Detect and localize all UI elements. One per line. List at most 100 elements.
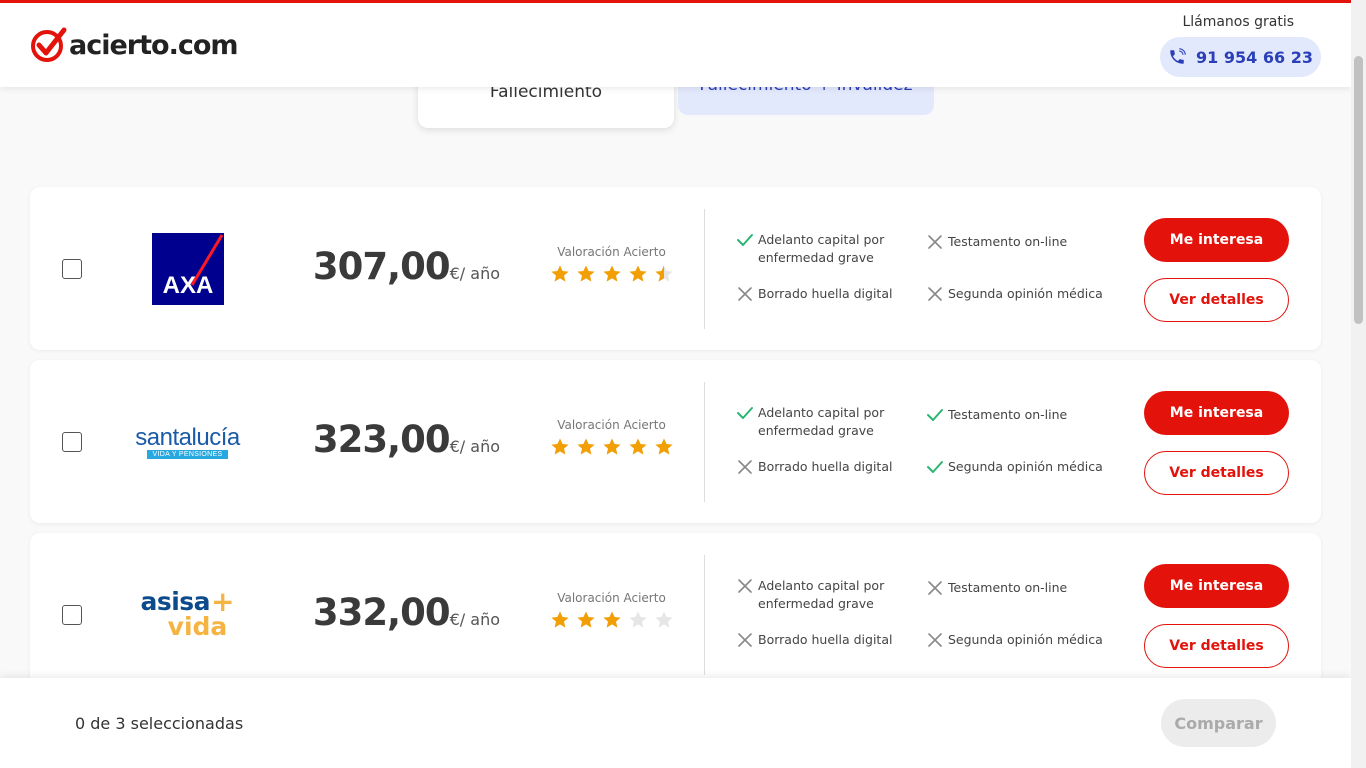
compare-bar: 0 de 3 seleccionadas Comparar [0,678,1351,768]
santalucia-logo-sub: VIDA Y PENSIONES [146,449,229,459]
feature-testamento: Testamento on-line [926,579,1067,597]
feature-adelanto: Adelanto capital por enfermedad grave [736,404,906,440]
top-accent-strip [0,0,1366,3]
axa-logo-icon: AXA [151,233,224,305]
star-half-icon [654,265,673,282]
me-interesa-button[interactable]: Me interesa [1144,218,1289,262]
check-icon [927,461,943,473]
feature-label: Testamento on-line [948,580,1068,595]
feature-label: Segunda opinión médica [948,286,1103,301]
price: 332,00€/ año [300,591,500,634]
acierto-check-icon [31,27,67,62]
star-full-icon [602,265,621,282]
star-full-icon [602,438,621,455]
ver-detalles-button[interactable]: Ver detalles [1144,278,1289,322]
rating: Valoración Acierto [545,245,678,284]
feature-borrado: Borrado huella digital [736,458,892,476]
star-empty-icon [654,611,673,628]
star-full-icon [550,438,569,455]
check-icon [737,234,753,246]
rating-label: Valoración Acierto [557,591,666,605]
feature-label: Borrado huella digital [758,459,893,474]
cross-icon [928,235,942,249]
brand-logo[interactable]: acierto.com [30,27,239,63]
star-full-icon [628,438,647,455]
feature-label: Adelanto capital por enfermedad grave [758,405,885,438]
site-header: acierto.com Llámanos gratis 91 954 66 23 [0,3,1351,87]
feature-label: Segunda opinión médica [948,459,1103,474]
phone-number: 91 954 66 23 [1196,47,1313,67]
offer-card-santalucia: santalucía VIDA Y PENSIONES 323,00€/ año… [30,360,1321,523]
feature-label: Adelanto capital por enfermedad grave [758,578,885,611]
rating-stars [545,610,678,630]
asisa-logo: asisa + vida [120,569,255,661]
price: 323,00€/ año [300,418,500,461]
feature-adelanto: Adelanto capital por enfermedad grave [736,231,906,267]
call-free-label: Llámanos gratis [1182,14,1294,30]
brand-name: acierto.com [69,29,239,61]
phone-button[interactable]: 91 954 66 23 [1160,37,1321,77]
rating: Valoración Acierto [545,591,678,630]
price-amount: 323,00 [312,418,451,461]
feature-label: Testamento on-line [948,407,1068,422]
feature-label: Borrado huella digital [758,632,893,647]
rating: Valoración Acierto [545,418,678,457]
asisa-logo-text: asisa [140,587,211,616]
price-amount: 332,00 [312,591,451,634]
select-checkbox[interactable] [62,432,82,452]
rating-stars [545,264,678,284]
rating-label: Valoración Acierto [557,245,666,259]
star-full-icon [654,438,673,455]
check-icon [737,407,753,419]
feature-label: Adelanto capital por enfermedad grave [758,232,885,265]
star-full-icon [602,611,621,628]
asisa-plus-icon: + [211,585,235,618]
rating-label: Valoración Acierto [557,418,666,432]
star-full-icon [576,438,595,455]
rating-stars [545,437,678,457]
price: 307,00€/ año [300,245,500,288]
price-unit: €/ año [449,610,500,629]
axa-logo-text: AXA [162,272,213,299]
price-unit: €/ año [449,437,500,456]
feature-label: Segunda opinión médica [948,632,1103,647]
star-empty-icon [628,611,647,628]
cross-icon [738,633,752,647]
feature-borrado: Borrado huella digital [736,631,892,649]
select-checkbox[interactable] [62,605,82,625]
divider [704,382,705,502]
star-full-icon [628,265,647,282]
select-checkbox[interactable] [62,259,82,279]
cross-icon [738,579,752,593]
feature-testamento: Testamento on-line [926,233,1067,251]
star-full-icon [550,611,569,628]
feature-borrado: Borrado huella digital [736,285,892,303]
feature-label: Borrado huella digital [758,286,893,301]
me-interesa-button[interactable]: Me interesa [1144,391,1289,435]
price-unit: €/ año [449,264,500,283]
axa-logo: AXA [120,223,255,315]
cross-icon [928,287,942,301]
asisa-logo-sub: vida [167,612,228,641]
feature-adelanto: Adelanto capital por enfermedad grave [736,577,906,613]
me-interesa-button[interactable]: Me interesa [1144,564,1289,608]
cross-icon [738,460,752,474]
cross-icon [738,287,752,301]
compare-button[interactable]: Comparar [1161,699,1276,747]
offer-card-axa: AXA 307,00€/ año Valoración Acierto Adel… [30,187,1321,350]
cross-icon [928,633,942,647]
santalucia-logo-text: santalucía [135,423,240,451]
feature-segunda-opinion: Segunda opinión médica [926,285,1103,303]
star-full-icon [576,611,595,628]
star-full-icon [550,265,569,282]
star-full-icon [576,265,595,282]
scrollbar-thumb[interactable] [1354,56,1363,324]
page-scrollbar[interactable] [1351,0,1366,768]
santalucia-logo: santalucía VIDA Y PENSIONES [120,396,255,488]
ver-detalles-button[interactable]: Ver detalles [1144,624,1289,668]
phone-icon [1170,48,1186,64]
selected-count: 0 de 3 seleccionadas [75,714,244,733]
ver-detalles-button[interactable]: Ver detalles [1144,451,1289,495]
feature-testamento: Testamento on-line [926,406,1067,424]
divider [704,209,705,329]
